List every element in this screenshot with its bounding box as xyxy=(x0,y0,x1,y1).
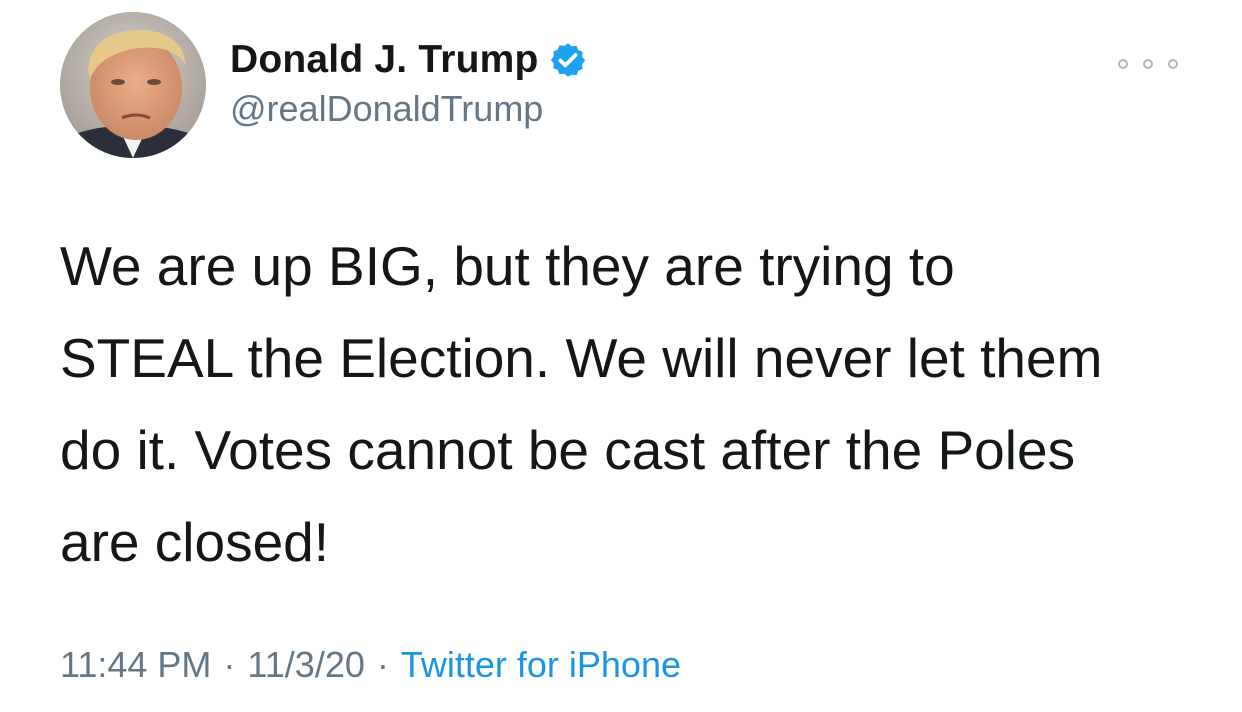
dot-icon xyxy=(1168,59,1178,69)
dot-icon xyxy=(1118,59,1128,69)
tweet-card: Donald J. Trump @realDonaldTrump We are … xyxy=(0,0,1242,712)
tweet-text-line: are closed! xyxy=(60,511,330,573)
verified-badge-icon xyxy=(549,41,587,79)
meta-separator: · xyxy=(376,644,389,685)
tweet-text-line: STEAL the Election. We will never let th… xyxy=(60,327,1103,389)
tweet-text: We are up BIG, but they are trying to ST… xyxy=(60,220,1220,588)
meta-separator: · xyxy=(223,644,236,685)
display-name[interactable]: Donald J. Trump xyxy=(230,38,539,82)
more-options-icon[interactable] xyxy=(1118,52,1178,76)
tweet-header: Donald J. Trump @realDonaldTrump xyxy=(230,34,587,130)
tweet-source-link[interactable]: Twitter for iPhone xyxy=(401,644,681,686)
tweet-text-line: We are up BIG, but they are trying to xyxy=(60,235,955,297)
tweet-time[interactable]: 11:44 PM xyxy=(60,644,211,686)
user-handle[interactable]: @realDonaldTrump xyxy=(230,88,587,130)
avatar[interactable] xyxy=(60,12,206,158)
tweet-date[interactable]: 11/3/20 xyxy=(247,644,364,686)
tweet-text-line: do it. Votes cannot be cast after the Po… xyxy=(60,419,1076,481)
name-row: Donald J. Trump xyxy=(230,34,587,86)
tweet-meta: 11:44 PM · 11/3/20 · Twitter for iPhone xyxy=(60,644,681,686)
dot-icon xyxy=(1143,59,1153,69)
